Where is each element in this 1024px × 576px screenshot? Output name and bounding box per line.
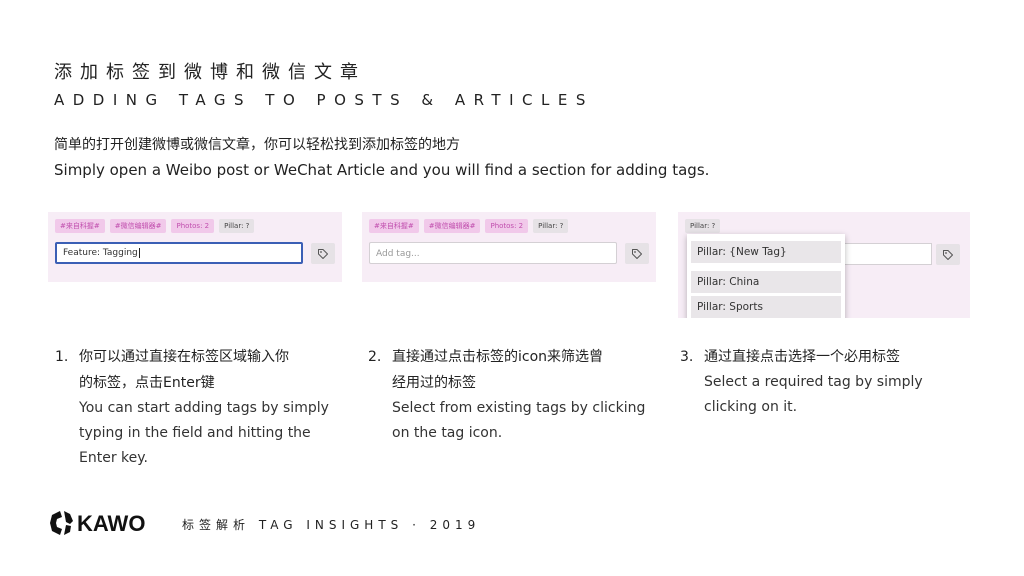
tag-picker-button[interactable] xyxy=(625,243,649,264)
step-text-zh: 直接通过点击标签的icon来筛选曾 xyxy=(392,349,604,365)
tag-chip[interactable]: Photos: 2 xyxy=(485,219,529,233)
step-number: 2. xyxy=(368,349,382,365)
intro-text-en: Simply open a Weibo post or WeChat Artic… xyxy=(54,161,710,179)
tag-input-field[interactable] xyxy=(838,243,932,265)
step-text-en: typing in the field and hitting the xyxy=(79,425,311,441)
tag-input-value: Feature: Tagging xyxy=(63,248,138,258)
tag-chip[interactable]: Photos: 2 xyxy=(171,219,215,233)
tag-chip[interactable]: #微信编辑器# xyxy=(423,219,481,233)
tag-chip[interactable]: Pillar: ? xyxy=(219,219,255,233)
step-text-zh: 经用过的标签 xyxy=(392,375,476,391)
step-text-zh: 你可以通过直接在标签区域输入你 xyxy=(79,349,289,365)
step-text-en: on the tag icon. xyxy=(392,425,503,441)
tag-picker-button[interactable] xyxy=(311,243,335,264)
step-text-en: Enter key. xyxy=(79,450,148,466)
step-text-en: Select a required tag by simply xyxy=(704,374,923,390)
step-number: 1. xyxy=(55,349,69,365)
kawo-logo-text: KAWO xyxy=(77,511,145,536)
step-3: 3. 通过直接点击选择一个必用标签 Select a required tag … xyxy=(680,344,980,420)
tag-chip[interactable]: Pillar: ? xyxy=(533,219,569,233)
tag-suggestion-dropdown: Pillar: {New Tag} Pillar: China Pillar: … xyxy=(687,234,845,318)
step-text-en: Select from existing tags by clicking xyxy=(392,400,646,416)
step-text-en: You can start adding tags by simply xyxy=(79,400,329,416)
text-caret xyxy=(138,247,140,258)
tag-picker-button[interactable] xyxy=(936,244,960,265)
tag-chip[interactable]: #来自科握# xyxy=(55,219,105,233)
tag-chip-row: #来自科握# #微信编辑器# Photos: 2 Pillar: ? xyxy=(369,219,569,233)
dropdown-item-china[interactable]: Pillar: China xyxy=(691,271,841,293)
tag-input-field[interactable]: Add tag... xyxy=(369,242,617,264)
kawo-logo: KAWO xyxy=(48,509,152,537)
intro-text-zh: 简单的打开创建微博或微信文章，你可以轻松找到添加标签的地方 xyxy=(54,137,460,153)
tag-chip-row: #来自科握# #微信编辑器# Photos: 2 Pillar: ? xyxy=(55,219,255,233)
tag-icon xyxy=(632,248,642,259)
footer-caption: 标签解析 TAG INSIGHTS · 2019 xyxy=(182,518,481,532)
tagging-panel-typing: #来自科握# #微信编辑器# Photos: 2 Pillar: ? Featu… xyxy=(48,212,342,282)
step-text-zh: 的标签，点击Enter键 xyxy=(79,375,215,391)
step-number: 3. xyxy=(680,349,694,365)
tag-icon xyxy=(943,249,953,260)
page-title-zh: 添加标签到微博和微信文章 xyxy=(54,62,366,83)
tag-chip[interactable]: #来自科握# xyxy=(369,219,419,233)
tag-input-field[interactable]: Feature: Tagging xyxy=(55,242,303,264)
step-1: 1. 你可以通过直接在标签区域输入你 的标签，点击Enter键 You can … xyxy=(55,344,345,471)
tagging-panel-icon: #来自科握# #微信编辑器# Photos: 2 Pillar: ? Add t… xyxy=(362,212,656,282)
step-text-zh: 通过直接点击选择一个必用标签 xyxy=(704,349,900,365)
tag-chip[interactable]: Pillar: ? xyxy=(685,219,721,233)
tagging-panel-select: Pillar: ? Pillar: {New Tag} Pillar: Chin… xyxy=(678,212,970,318)
tag-chip-row: Pillar: ? xyxy=(685,219,721,233)
tag-icon xyxy=(318,248,328,259)
step-text-en: clicking on it. xyxy=(704,399,798,415)
dropdown-item-new-tag[interactable]: Pillar: {New Tag} xyxy=(691,241,841,263)
tag-chip[interactable]: #微信编辑器# xyxy=(109,219,167,233)
dropdown-item-sports[interactable]: Pillar: Sports xyxy=(691,296,841,318)
page-title-en: ADDING TAGS TO POSTS & ARTICLES xyxy=(54,91,594,109)
step-2: 2. 直接通过点击标签的icon来筛选曾 经用过的标签 Select from … xyxy=(368,344,658,446)
kawo-logo-mark: KAWO xyxy=(50,511,145,536)
